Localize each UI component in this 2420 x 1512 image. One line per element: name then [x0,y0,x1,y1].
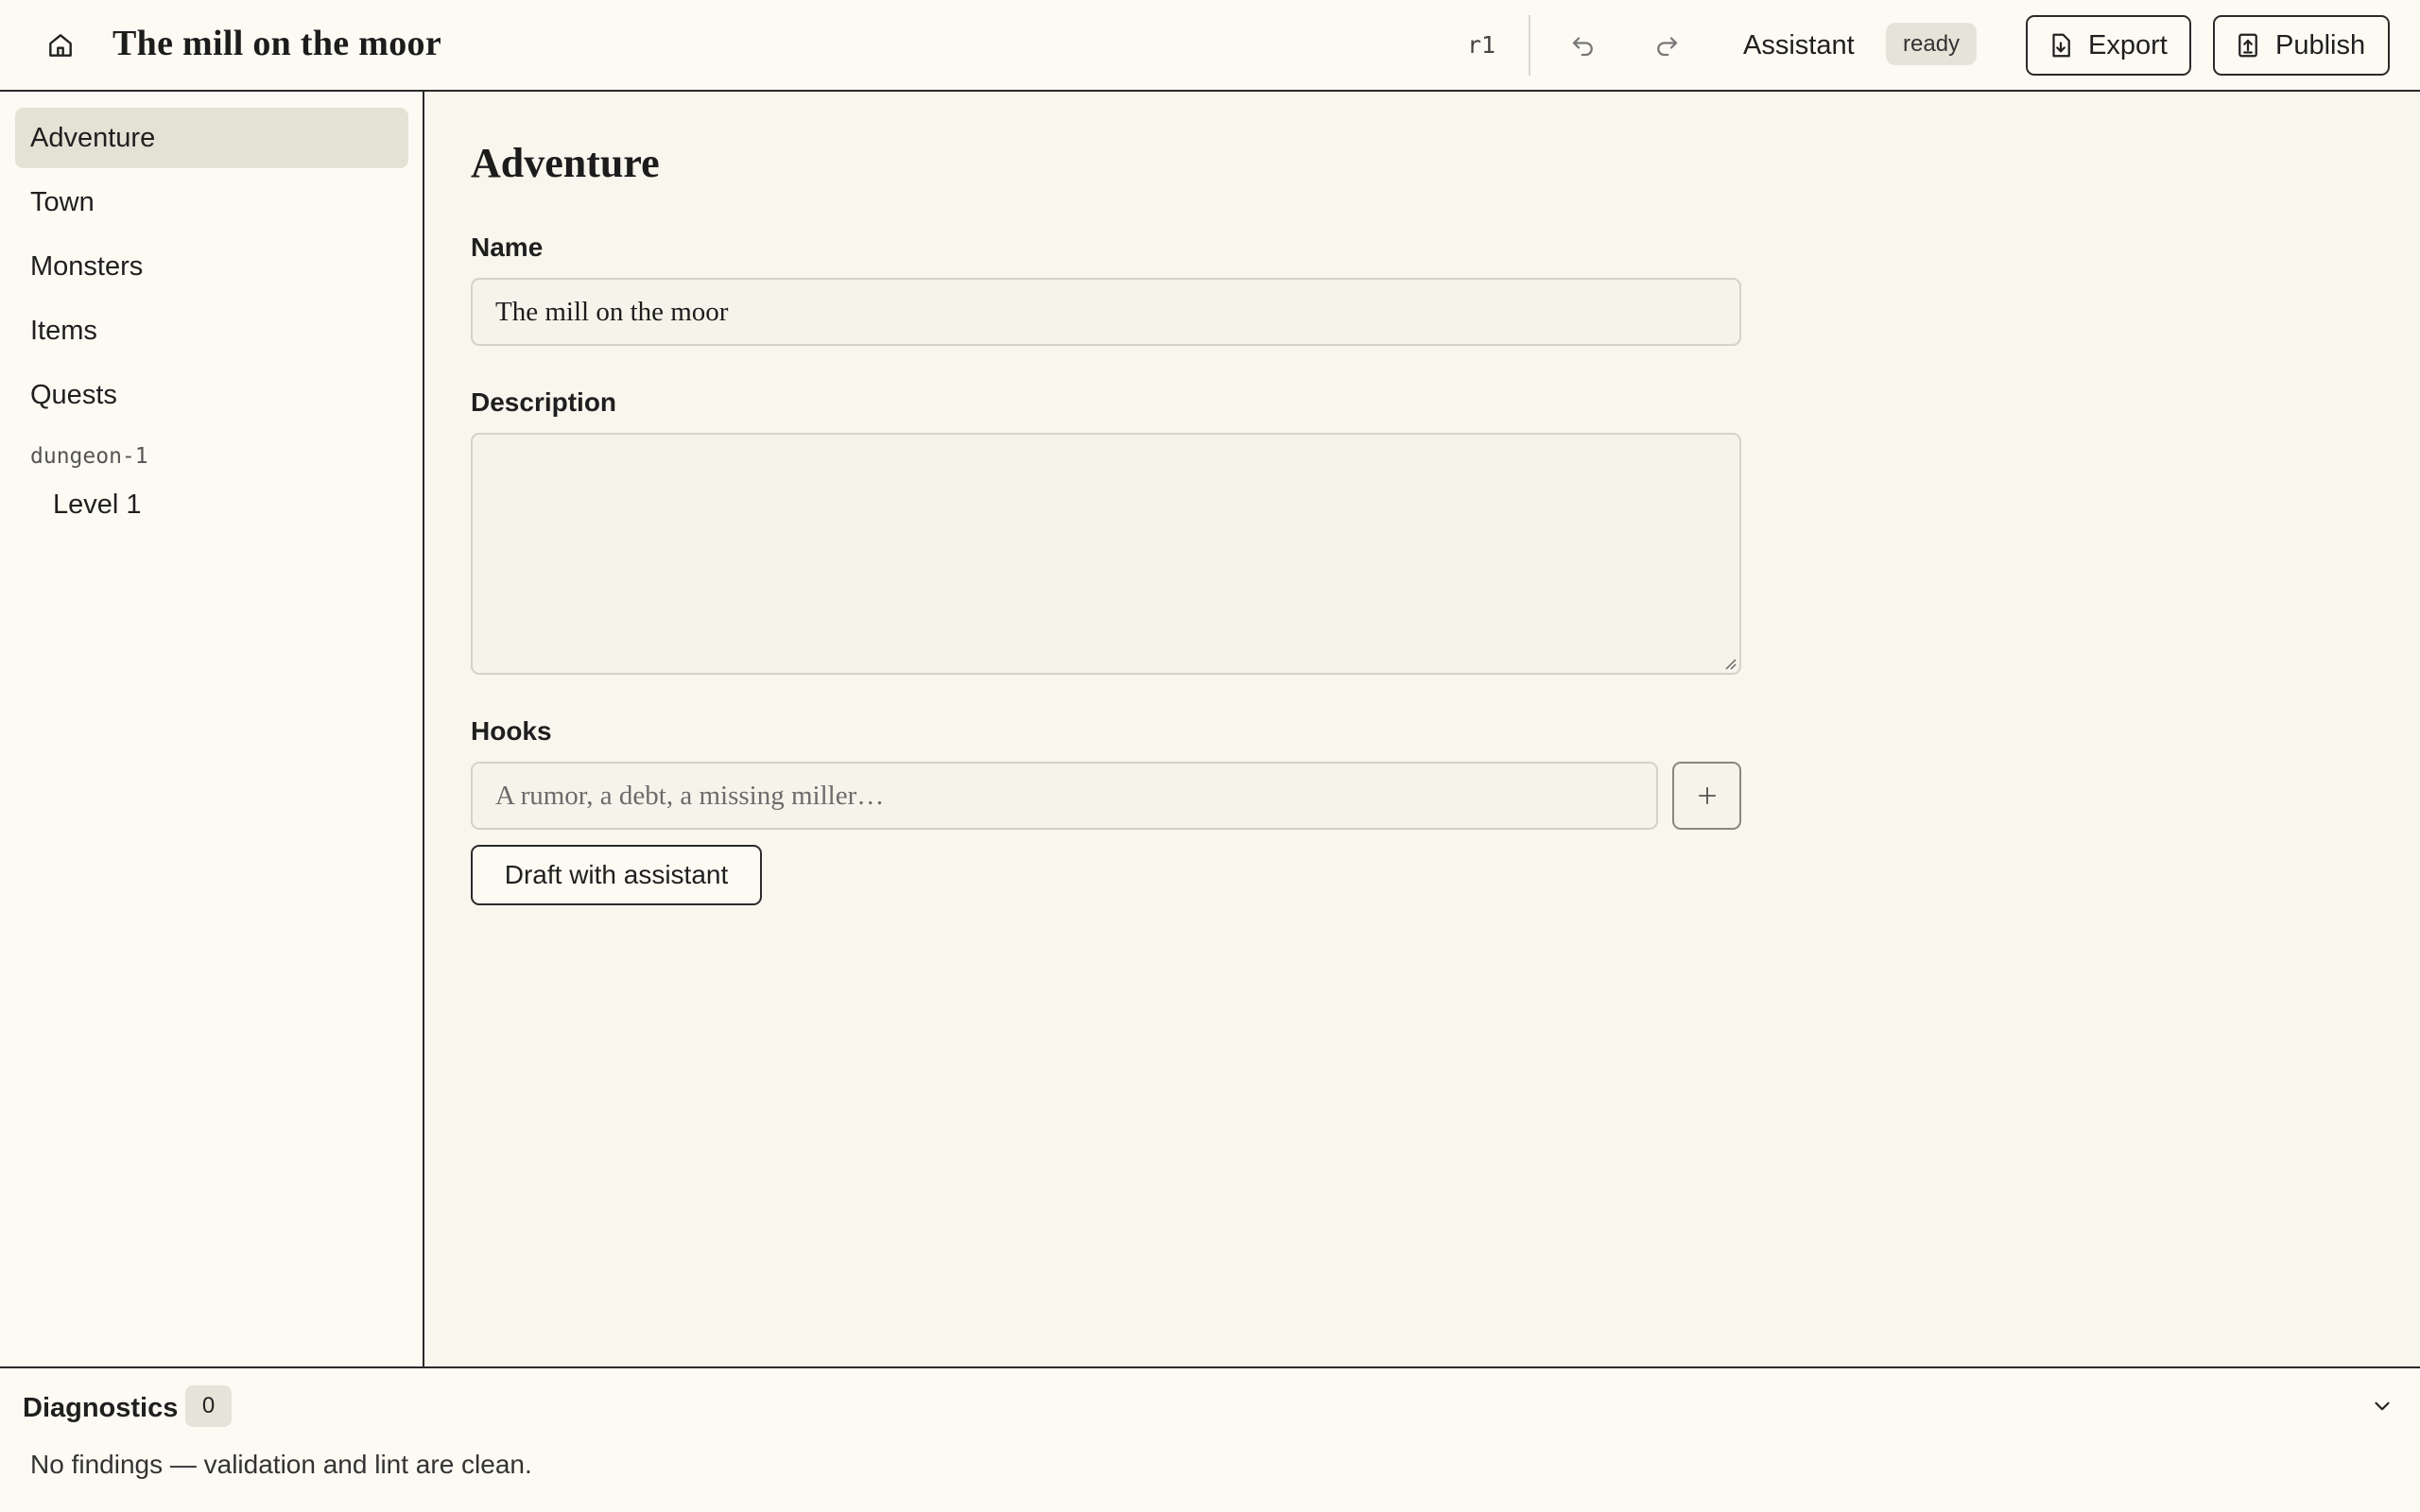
diagnostics-count-badge: 0 [185,1385,232,1427]
name-label: Name [471,232,544,262]
diagnostics-message: No findings — validation and lint are cl… [30,1450,532,1479]
diagnostics-title: Diagnostics [23,1393,179,1423]
revision-indicator: r1 [1467,31,1496,59]
publish-label: Publish [2275,29,2366,60]
sidebar-item-level-1[interactable]: Level 1 [38,476,408,533]
hooks-label: Hooks [471,716,552,746]
export-button[interactable]: Export [2026,15,2191,76]
redo-button[interactable] [1646,25,1687,66]
page-title: Adventure [471,140,660,186]
sidebar: Adventure Town Monsters Items Quests dun… [0,92,424,1366]
add-hook-button[interactable] [1672,762,1741,830]
diagnostics-collapse-button[interactable] [2363,1387,2401,1425]
diagnostics-panel: Diagnostics 0 No findings — validation a… [0,1366,2420,1512]
description-label: Description [471,387,617,417]
undo-button[interactable] [1563,25,1604,66]
undo-icon [1572,37,1593,57]
top-bar: The mill on the moor r1 Assistant ready … [0,0,2420,92]
home-icon [49,34,72,57]
plus-icon [1698,786,1716,805]
description-textarea[interactable] [471,433,1741,675]
redo-icon [1657,37,1678,57]
sidebar-item-quests[interactable]: Quests [15,365,408,425]
app-window: The mill on the moor r1 Assistant ready … [0,0,2420,1512]
sidebar-item-town[interactable]: Town [15,172,408,232]
sidebar-item-items[interactable]: Items [15,301,408,361]
home-button[interactable] [42,26,79,64]
draft-with-assistant-button[interactable]: Draft with assistant [471,845,762,905]
resize-handle-icon[interactable] [1722,656,1737,671]
assistant-label: Assistant [1743,30,1855,60]
app-title: The mill on the moor [112,24,441,63]
upload-icon [2238,33,2257,58]
chevron-down-icon [2375,1401,2390,1411]
header-divider [1529,15,1530,76]
file-download-icon [2052,33,2070,58]
export-label: Export [2088,29,2168,60]
sidebar-item-monsters[interactable]: Monsters [15,236,408,297]
publish-button[interactable]: Publish [2213,15,2390,76]
main-editor: Adventure Name Description Hooks Draft w… [426,92,2420,1366]
name-input[interactable] [471,278,1741,346]
sidebar-item-adventure[interactable]: Adventure [15,108,408,168]
sidebar-section-dungeon: dungeon-1 [30,444,148,469]
assistant-status-badge: ready [1886,23,1978,65]
hooks-input[interactable] [471,762,1658,830]
